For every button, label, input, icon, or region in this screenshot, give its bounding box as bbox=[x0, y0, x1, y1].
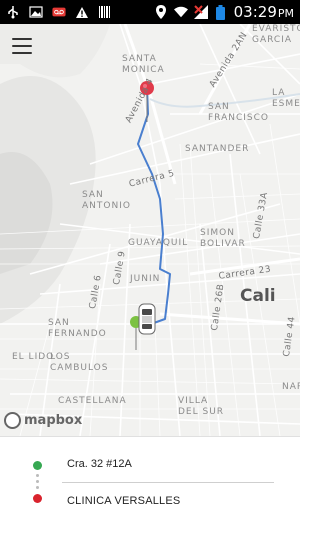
label-castellana: CASTELLANA bbox=[58, 396, 127, 406]
label-san-francisco: SAN FRANCISCO bbox=[208, 102, 269, 123]
warning-icon bbox=[75, 5, 89, 19]
trip-panel: Cra. 32 #12A CLINICA VERSALLES bbox=[0, 436, 300, 534]
label-santa-monica: SANTA MONICA bbox=[122, 54, 165, 75]
city-label: Cali bbox=[240, 286, 276, 306]
route-dot-icon bbox=[36, 486, 39, 489]
label-villa-del-sur: VILLA DEL SUR bbox=[178, 396, 225, 417]
location-icon bbox=[154, 5, 168, 19]
menu-button[interactable] bbox=[12, 38, 32, 54]
label-naria: NARIÑ bbox=[282, 382, 300, 392]
car-icon bbox=[138, 303, 156, 335]
origin-dot-icon bbox=[33, 461, 42, 470]
label-santander: SANTANDER bbox=[185, 144, 250, 154]
label-el-lido: EL LIDO bbox=[12, 352, 55, 362]
label-junin: JUNIN bbox=[130, 274, 161, 284]
route-line bbox=[137, 87, 171, 331]
label-san-fernando: SAN FERNANDO bbox=[48, 318, 107, 339]
voicemail-icon bbox=[52, 5, 66, 19]
usb-icon bbox=[6, 5, 20, 19]
route-dot-icon bbox=[36, 474, 39, 477]
status-bar: 03:29PM bbox=[0, 0, 300, 24]
status-time: 03:29PM bbox=[233, 3, 294, 21]
origin-address[interactable]: Cra. 32 #12A bbox=[67, 458, 132, 470]
destination-address[interactable]: CLINICA VERSALLES bbox=[67, 495, 180, 507]
divider bbox=[62, 482, 274, 483]
route-dot-icon bbox=[36, 480, 39, 483]
label-guayaquil: GUAYAQUIL bbox=[128, 238, 189, 248]
image-icon bbox=[29, 5, 43, 19]
map-view[interactable]: SANTA MONICA SAN FRANCISCO SANTANDER SAN AN… bbox=[0, 24, 300, 436]
label-evaristo: EVARISTO GARCIA bbox=[252, 24, 300, 45]
wifi-icon bbox=[173, 5, 188, 19]
menu-bar-2 bbox=[12, 45, 32, 47]
menu-bar-3 bbox=[12, 52, 32, 54]
label-san-antonio: SAN ANTONIO bbox=[82, 190, 131, 211]
mapbox-icon bbox=[4, 412, 21, 429]
mapbox-text: mapbox bbox=[24, 413, 83, 428]
battery-icon bbox=[214, 4, 228, 20]
label-los-cambulos: LOS CAMBULOS bbox=[50, 352, 109, 373]
destination-dot-icon bbox=[33, 494, 42, 503]
mapbox-attribution[interactable]: mapbox bbox=[4, 412, 82, 429]
menu-bar-1 bbox=[12, 38, 32, 40]
label-la-esme: LA ESME bbox=[272, 88, 300, 109]
barcode-icon bbox=[98, 5, 112, 19]
signal-icon bbox=[193, 5, 208, 19]
label-simon-bolivar: SIMON BOLIVAR bbox=[200, 228, 246, 249]
